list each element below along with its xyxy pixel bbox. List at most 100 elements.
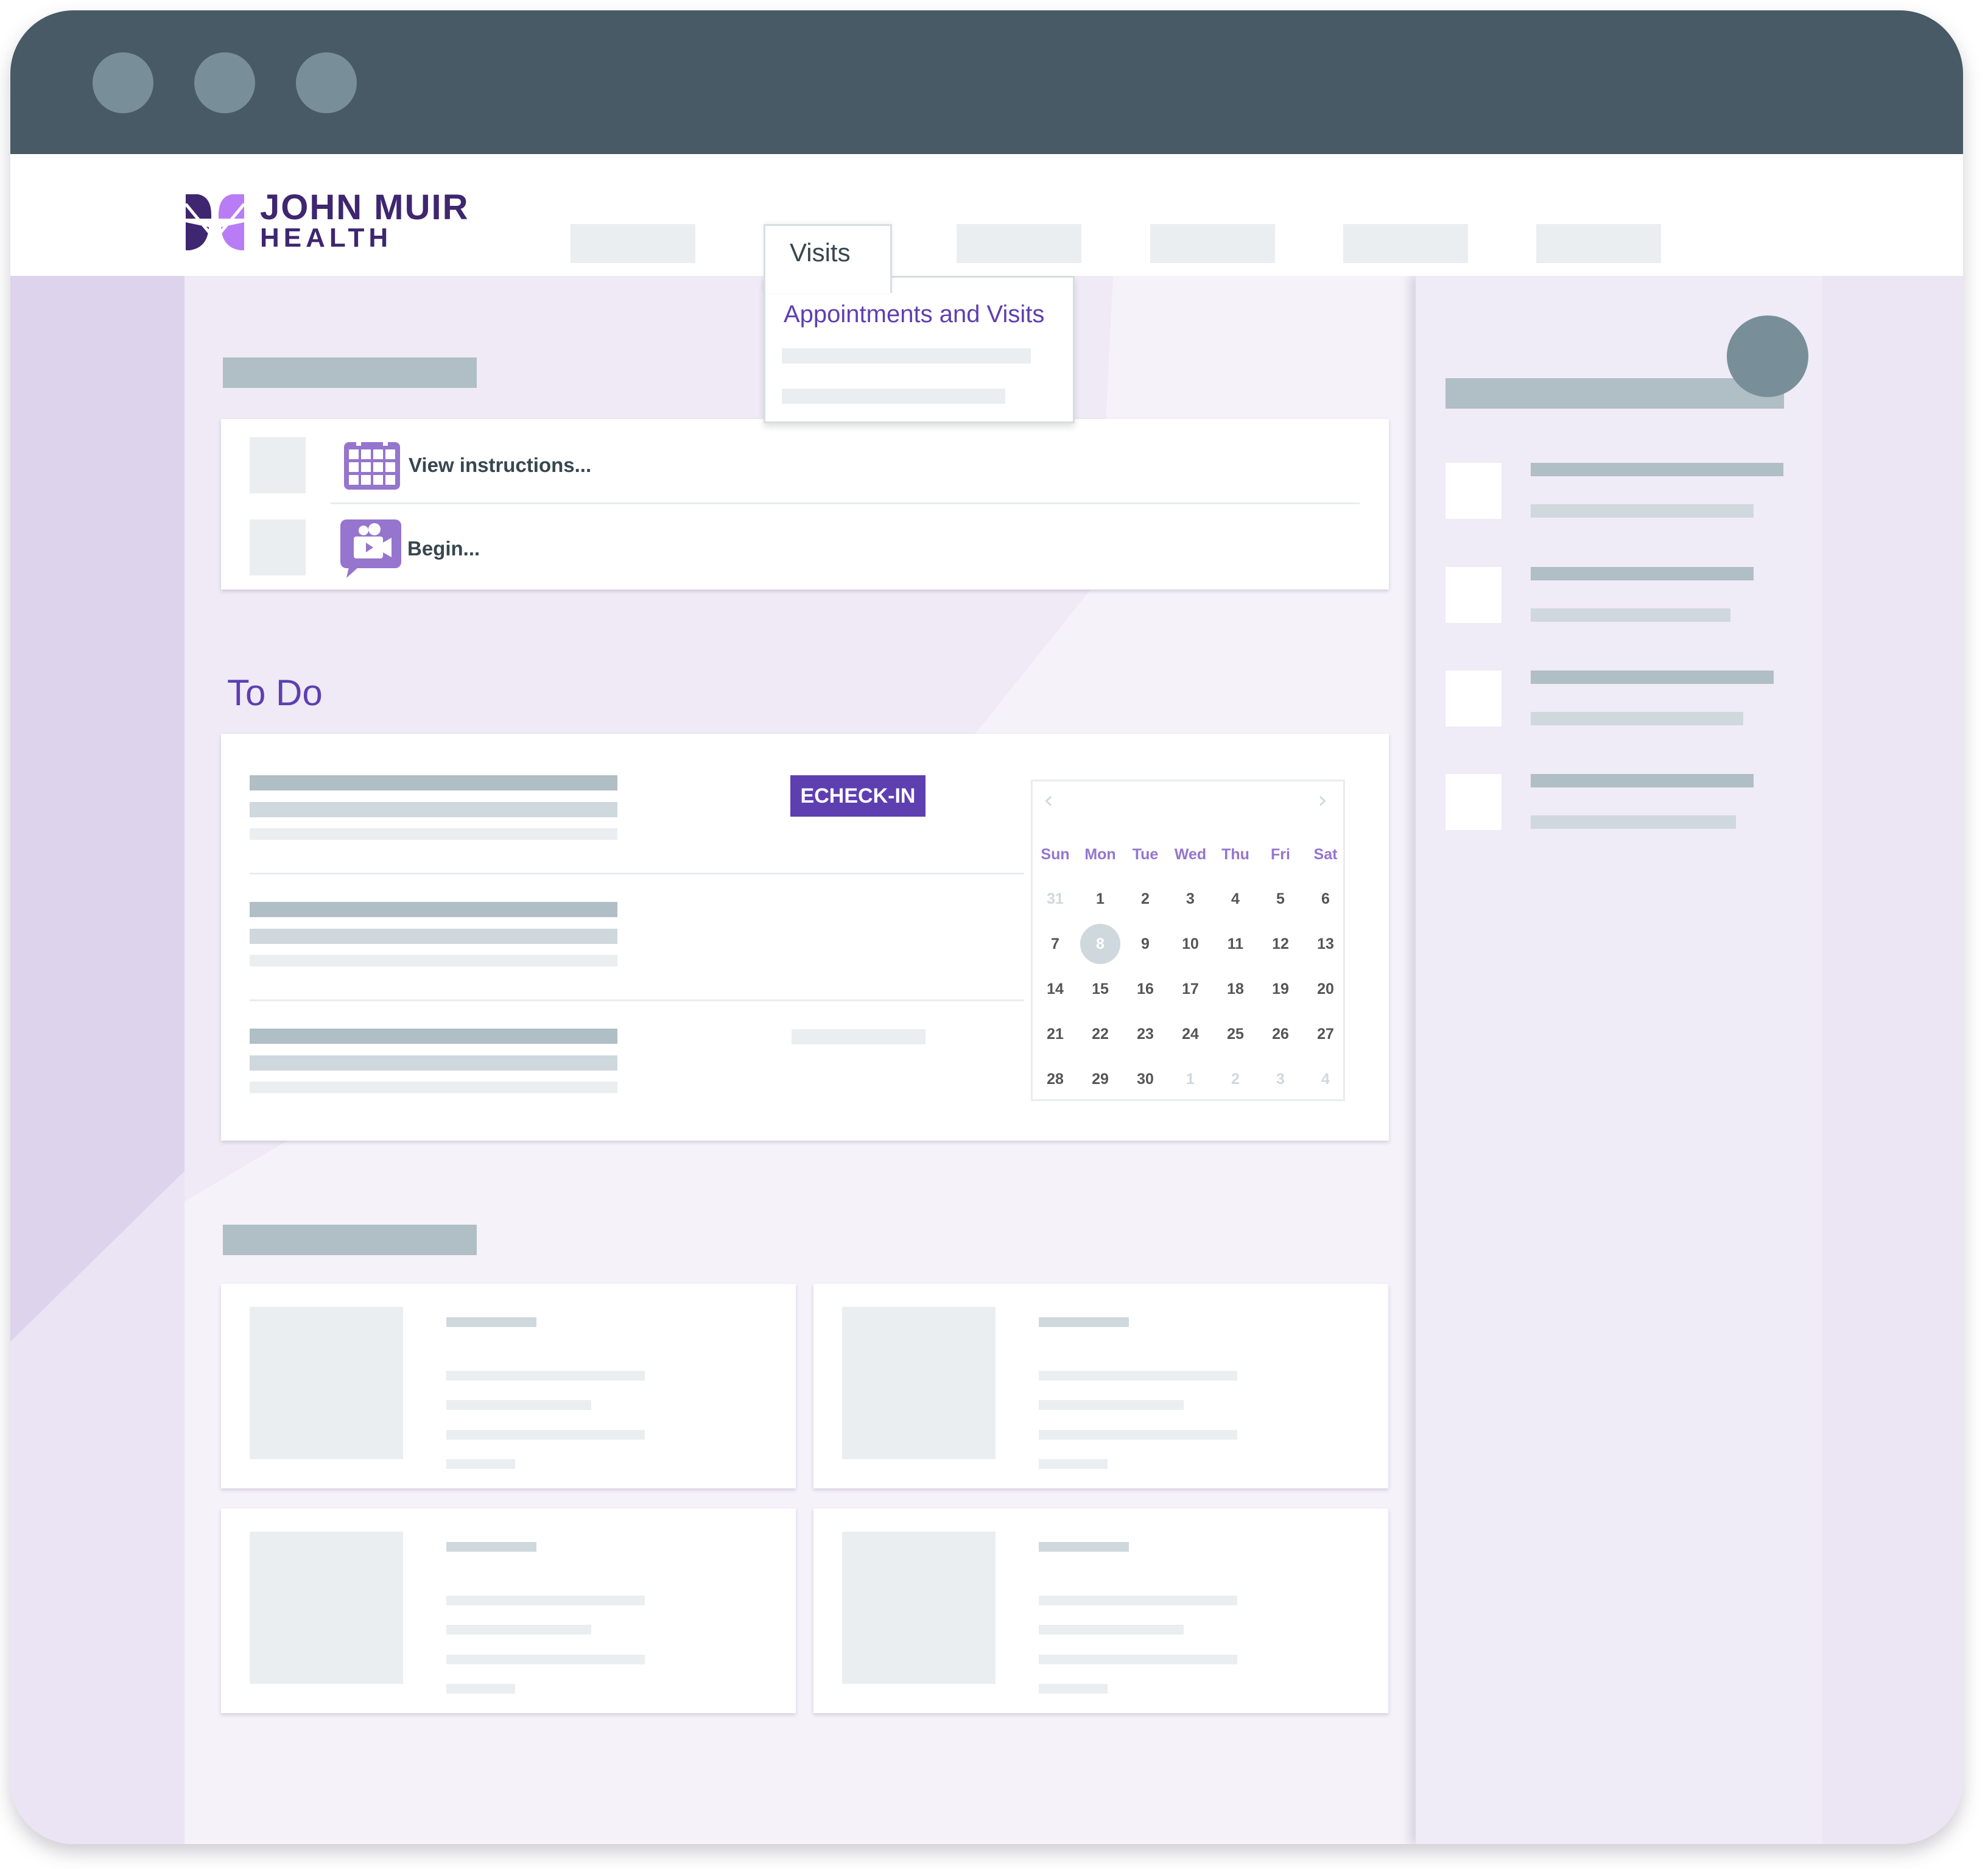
calendar-day[interactable]: 2 bbox=[1123, 881, 1168, 917]
calendar-day[interactable]: 1 bbox=[1078, 881, 1123, 917]
nav-tab-visits[interactable]: Visits bbox=[764, 224, 892, 293]
calendar-day-selected[interactable]: 8 bbox=[1078, 924, 1123, 964]
calendar-grid: Sun Mon Tue Wed Thu Fri Sat 31 1 2 3 4 5 6 7 8 9 10 11 12 13… bbox=[1033, 781, 1343, 1099]
calendar: ‹ › Sun Mon Tue Wed Thu Fri Sat 31 1 2 3 4 5 6 7 8 9 10 11… bbox=[1031, 780, 1345, 1101]
panel-item-thumbnail[interactable] bbox=[1445, 567, 1502, 623]
calendar-day[interactable]: 16 bbox=[1123, 971, 1168, 1007]
begin-visit-link[interactable]: Begin... bbox=[340, 519, 888, 578]
calendar-weekday: Sun bbox=[1041, 845, 1070, 863]
calendar-day[interactable]: 11 bbox=[1213, 926, 1258, 962]
todo-item-title-placeholder bbox=[250, 775, 617, 790]
menu-item-placeholder[interactable] bbox=[782, 348, 1031, 364]
calendar-day[interactable]: 25 bbox=[1213, 1016, 1258, 1052]
todo-item-subtitle-placeholder bbox=[250, 929, 617, 944]
card-line-placeholder bbox=[446, 1459, 515, 1469]
window-dot-close[interactable] bbox=[93, 52, 153, 113]
calendar-day[interactable]: 3 bbox=[1258, 1061, 1303, 1097]
card-title-placeholder bbox=[1039, 1317, 1129, 1327]
calendar-weekday: Thu bbox=[1221, 845, 1249, 863]
calendar-day[interactable]: 21 bbox=[1033, 1016, 1078, 1052]
calendar-day[interactable]: 13 bbox=[1303, 926, 1348, 962]
card-image-placeholder bbox=[842, 1532, 996, 1684]
nav-item-placeholder[interactable] bbox=[1536, 224, 1661, 263]
panel-item-subtitle-placeholder bbox=[1531, 608, 1730, 622]
calendar-day[interactable]: 3 bbox=[1168, 881, 1213, 917]
echeckin-button[interactable]: ECHECK-IN bbox=[790, 775, 926, 817]
nav-item-placeholder[interactable] bbox=[1343, 224, 1468, 263]
user-avatar[interactable] bbox=[1727, 315, 1808, 397]
panel-item-thumbnail[interactable] bbox=[1445, 671, 1502, 727]
calendar-day[interactable]: 6 bbox=[1303, 881, 1348, 917]
calendar-day[interactable]: 4 bbox=[1303, 1061, 1348, 1097]
card-line-placeholder bbox=[1039, 1625, 1184, 1635]
nav-tab-visits-label: Visits bbox=[790, 238, 851, 267]
calendar-day[interactable]: 23 bbox=[1123, 1016, 1168, 1052]
calendar-day[interactable]: 27 bbox=[1303, 1016, 1348, 1052]
todo-title: To Do bbox=[227, 672, 323, 713]
calendar-day[interactable]: 10 bbox=[1168, 926, 1213, 962]
calendar-day[interactable]: 26 bbox=[1258, 1016, 1303, 1052]
view-instructions-link[interactable]: View instructions... bbox=[343, 436, 891, 495]
card-line-placeholder bbox=[446, 1400, 591, 1410]
calendar-weekday: Mon bbox=[1084, 845, 1116, 863]
panel-item-thumbnail[interactable] bbox=[1445, 774, 1502, 830]
calendar-day[interactable]: 28 bbox=[1033, 1061, 1078, 1097]
calendar-day[interactable]: 1 bbox=[1168, 1061, 1213, 1097]
menu-item-placeholder[interactable] bbox=[782, 389, 1005, 404]
calendar-day[interactable]: 22 bbox=[1078, 1016, 1123, 1052]
content-card[interactable] bbox=[813, 1284, 1388, 1488]
divider bbox=[250, 873, 1024, 875]
content-card[interactable] bbox=[221, 1284, 796, 1488]
panel-item-title-placeholder bbox=[1531, 671, 1774, 684]
calendar-day[interactable]: 14 bbox=[1033, 971, 1078, 1007]
card-image-placeholder bbox=[842, 1307, 996, 1459]
card-line-placeholder bbox=[1039, 1430, 1237, 1440]
card-line-placeholder bbox=[1039, 1400, 1184, 1410]
calendar-day[interactable]: 12 bbox=[1258, 926, 1303, 962]
calendar-day[interactable]: 24 bbox=[1168, 1016, 1213, 1052]
card-title-placeholder bbox=[446, 1542, 536, 1552]
calendar-day[interactable]: 29 bbox=[1078, 1061, 1123, 1097]
panel-item-thumbnail[interactable] bbox=[1445, 463, 1502, 519]
john-muir-health-logo[interactable]: JOHN MUIR HEALTH bbox=[184, 189, 489, 258]
calendar-day[interactable]: 15 bbox=[1078, 971, 1123, 1007]
nav-item-placeholder[interactable] bbox=[571, 224, 695, 263]
card-line-placeholder bbox=[446, 1655, 645, 1664]
calendar-day[interactable]: 19 bbox=[1258, 971, 1303, 1007]
todo-item-detail-placeholder bbox=[250, 828, 617, 840]
panel-item-title-placeholder bbox=[1531, 463, 1783, 476]
calendar-day[interactable]: 5 bbox=[1258, 881, 1303, 917]
content-card[interactable] bbox=[813, 1508, 1388, 1713]
panel-item-title-placeholder bbox=[1531, 774, 1754, 787]
menu-item-appointments-and-visits[interactable]: Appointments and Visits bbox=[784, 301, 1044, 328]
right-panel bbox=[1416, 276, 1822, 1844]
calendar-day[interactable]: 30 bbox=[1123, 1061, 1168, 1097]
todo-item-detail-placeholder bbox=[250, 1082, 617, 1093]
window-dot-minimize[interactable] bbox=[194, 52, 255, 113]
calendar-day[interactable]: 4 bbox=[1213, 881, 1258, 917]
selected-day-marker: 8 bbox=[1080, 924, 1120, 964]
window-dot-maximize[interactable] bbox=[296, 52, 357, 113]
panel-item-title-placeholder bbox=[1531, 567, 1754, 580]
calendar-day[interactable]: 9 bbox=[1123, 926, 1168, 962]
begin-label: Begin... bbox=[407, 537, 480, 560]
thumbnail-placeholder bbox=[250, 437, 306, 493]
nav-item-placeholder[interactable] bbox=[1150, 224, 1275, 263]
calendar-day[interactable]: 7 bbox=[1033, 926, 1078, 962]
calendar-weekday: Tue bbox=[1132, 845, 1159, 863]
panel-item-subtitle-placeholder bbox=[1531, 712, 1743, 725]
card-title-placeholder bbox=[1039, 1542, 1129, 1552]
calendar-day[interactable]: 18 bbox=[1213, 971, 1258, 1007]
calendar-day[interactable]: 17 bbox=[1168, 971, 1213, 1007]
calendar-day[interactable]: 2 bbox=[1213, 1061, 1258, 1097]
left-background bbox=[10, 276, 184, 1844]
view-instructions-label: View instructions... bbox=[409, 454, 592, 476]
todo-card: ECHECK-IN ‹ › Sun Mon Tue Wed Thu Fri Sat 31 1 2 3… bbox=[221, 734, 1389, 1141]
visits-dropdown-menu: Appointments and Visits bbox=[764, 276, 1075, 423]
nav-item-placeholder[interactable] bbox=[957, 224, 1081, 263]
calendar-day[interactable]: 20 bbox=[1303, 971, 1348, 1007]
calendar-icon bbox=[343, 440, 401, 491]
calendar-day[interactable]: 31 bbox=[1033, 881, 1078, 917]
content-card[interactable] bbox=[221, 1508, 796, 1713]
browser-window: View instructions... Begin... To Do ECHE… bbox=[10, 10, 1963, 1844]
